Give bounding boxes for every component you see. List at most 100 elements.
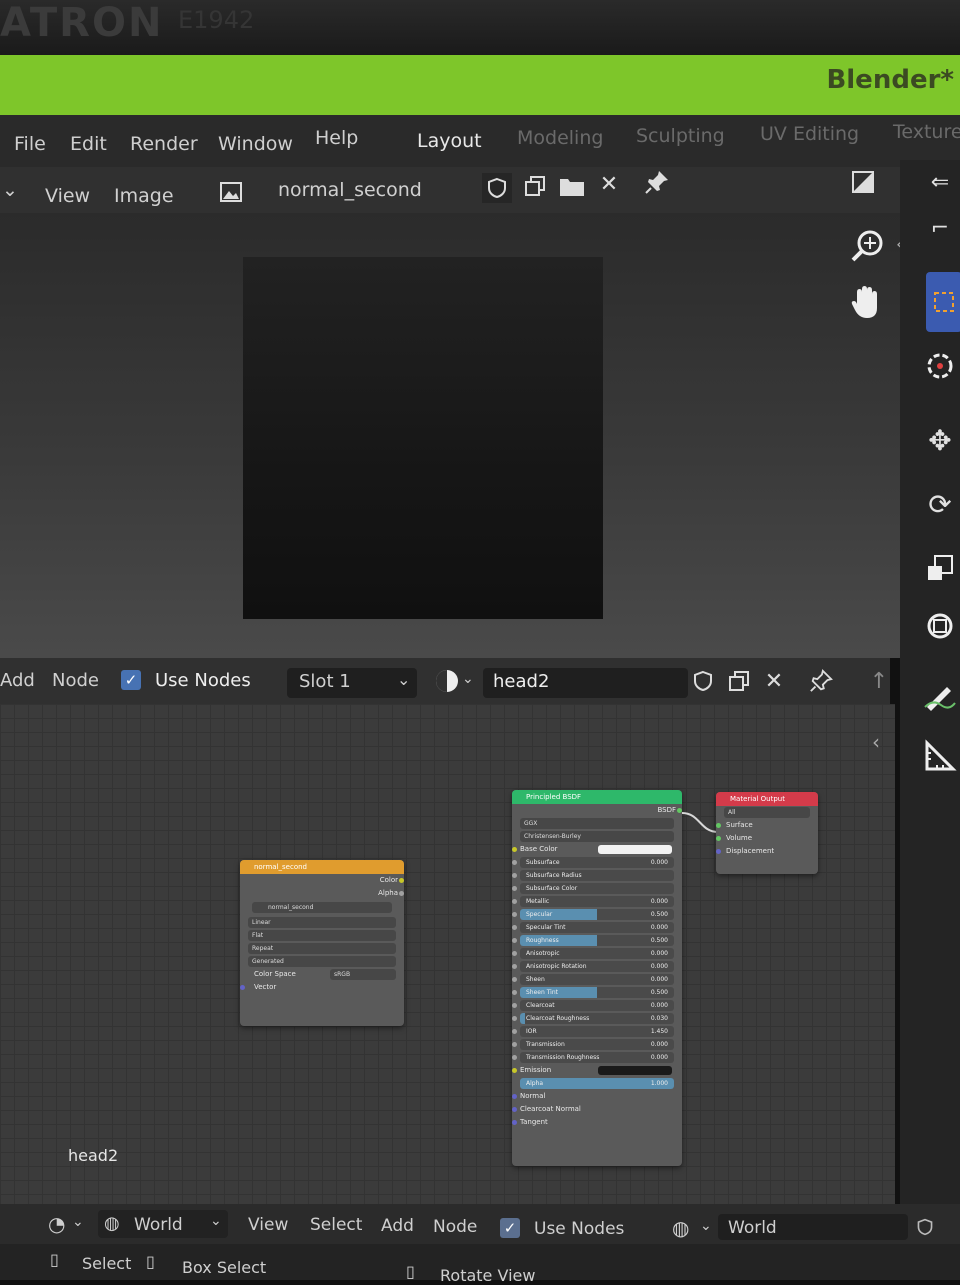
- bsdf-slider[interactable]: Transmission Roughness 0.000: [520, 1052, 674, 1063]
- image-node-header[interactable]: normal_second: [240, 860, 404, 874]
- zoom-icon[interactable]: [848, 226, 888, 266]
- menu-image[interactable]: Image: [114, 185, 174, 207]
- menu-add[interactable]: Add: [0, 670, 35, 691]
- input-socket[interactable]: [512, 925, 517, 930]
- principled-bsdf-node[interactable]: Principled BSDF BSDF GGX Christensen-Bur…: [512, 790, 682, 1166]
- menu-window[interactable]: Window: [218, 133, 293, 155]
- input-socket[interactable]: [512, 1029, 517, 1034]
- folder-open-icon[interactable]: [557, 171, 587, 201]
- bottom-menu-add[interactable]: Add: [381, 1216, 414, 1236]
- node-sidebar-chevron-icon[interactable]: ‹: [872, 730, 880, 754]
- editor-type-node-icon[interactable]: ◔: [48, 1212, 65, 1236]
- tool-rotate-icon[interactable]: ⟳: [920, 482, 960, 526]
- close-icon[interactable]: ✕: [594, 169, 624, 199]
- bottom-use-nodes-checkbox[interactable]: ✓: [500, 1218, 520, 1238]
- menu-render[interactable]: Render: [130, 133, 198, 155]
- pan-hand-icon[interactable]: [846, 282, 886, 322]
- material-name-field[interactable]: head2: [483, 668, 688, 698]
- bsdf-slider[interactable]: Clearcoat 0.000: [520, 1000, 674, 1011]
- bsdf-slider[interactable]: Roughness 0.500: [520, 935, 674, 946]
- input-socket[interactable]: [512, 938, 517, 943]
- tool-annotate-top-icon[interactable]: ⇐: [920, 160, 960, 204]
- tab-modeling[interactable]: Modeling: [517, 127, 603, 149]
- tool-scale-icon[interactable]: [920, 546, 960, 590]
- input-socket[interactable]: [512, 990, 517, 995]
- bsdf-slider[interactable]: IOR 1.450: [520, 1026, 674, 1037]
- bottom-menu-select[interactable]: Select: [310, 1215, 362, 1235]
- world-browse-icon[interactable]: ◍: [672, 1216, 689, 1240]
- input-socket[interactable]: [512, 977, 517, 982]
- bsdf-slider[interactable]: Specular 0.500: [520, 909, 674, 920]
- input-socket[interactable]: [512, 1042, 517, 1047]
- tool-cursor-crosshair-icon[interactable]: [920, 344, 960, 388]
- tab-uv-editing[interactable]: UV Editing: [760, 123, 859, 145]
- projection-dropdown[interactable]: Flat: [248, 930, 396, 941]
- menu-help[interactable]: Help: [315, 127, 358, 149]
- bsdf-slider[interactable]: Transmission 0.000: [520, 1039, 674, 1050]
- distribution-dropdown[interactable]: GGX: [520, 818, 674, 829]
- bsdf-slider[interactable]: Subsurface Radius: [520, 870, 674, 881]
- interpolation-dropdown[interactable]: Linear: [248, 917, 396, 928]
- bsdf-slider[interactable]: Subsurface Color: [520, 883, 674, 894]
- duplicate-icon[interactable]: [520, 171, 550, 201]
- input-socket[interactable]: [512, 886, 517, 891]
- world-name-field[interactable]: World: [718, 1214, 908, 1240]
- input-socket[interactable]: [512, 860, 517, 865]
- tab-layout[interactable]: Layout: [417, 130, 482, 152]
- bsdf-slider[interactable]: Sheen 0.000: [520, 974, 674, 985]
- shader-type-dropdown[interactable]: ◍ World ⌄: [98, 1210, 228, 1238]
- material-browse-icon[interactable]: [432, 666, 462, 696]
- menu-node[interactable]: Node: [52, 670, 99, 691]
- output-target-dropdown[interactable]: All: [724, 807, 810, 818]
- tool-move-icon[interactable]: ✥: [920, 418, 960, 462]
- alpha-slider[interactable]: Alpha 1.000: [520, 1078, 674, 1089]
- menu-file[interactable]: File: [14, 133, 46, 155]
- use-nodes-checkbox[interactable]: ✓: [121, 670, 141, 690]
- bsdf-slider[interactable]: Metallic 0.000: [520, 896, 674, 907]
- extension-dropdown[interactable]: Repeat: [248, 943, 396, 954]
- image-canvas[interactable]: [243, 257, 603, 619]
- editor-type-chevron-icon-bottom[interactable]: ⌄: [72, 1214, 84, 1230]
- base-color-swatch[interactable]: [598, 845, 672, 854]
- tool-measure-icon[interactable]: [920, 734, 960, 778]
- material-output-node[interactable]: Material Output All Surface Volume Displ…: [716, 792, 818, 874]
- bsdf-node-header[interactable]: Principled BSDF: [512, 790, 682, 804]
- input-socket[interactable]: [512, 964, 517, 969]
- emission-color-swatch[interactable]: [598, 1066, 672, 1075]
- parent-node-tree-icon[interactable]: ↑: [864, 666, 894, 696]
- image-browse-icon[interactable]: [216, 177, 246, 207]
- tool-annotate-icon[interactable]: [920, 674, 960, 718]
- input-socket[interactable]: [512, 1003, 517, 1008]
- material-unlink-close-icon[interactable]: ✕: [759, 666, 789, 696]
- bottom-menu-node[interactable]: Node: [433, 1217, 477, 1237]
- bsdf-slider[interactable]: Sheen Tint 0.500: [520, 987, 674, 998]
- menu-edit[interactable]: Edit: [70, 133, 107, 155]
- bsdf-slider[interactable]: Clearcoat Roughness 0.030: [520, 1013, 674, 1024]
- pin-icon[interactable]: [642, 167, 672, 197]
- fake-user-shield-icon[interactable]: [482, 173, 512, 203]
- image-name-field[interactable]: normal_second: [278, 179, 422, 201]
- bsdf-slider[interactable]: Specular Tint 0.000: [520, 922, 674, 933]
- slot-dropdown[interactable]: Slot 1 ⌄: [287, 668, 417, 698]
- image-select-field[interactable]: normal_second: [252, 902, 392, 913]
- input-socket[interactable]: [512, 1016, 517, 1021]
- bsdf-slider[interactable]: Subsurface 0.000: [520, 857, 674, 868]
- input-socket[interactable]: [512, 1055, 517, 1060]
- bsdf-slider[interactable]: Anisotropic Rotation 0.000: [520, 961, 674, 972]
- input-socket[interactable]: [512, 951, 517, 956]
- tab-texture[interactable]: Texture: [893, 121, 960, 143]
- material-duplicate-icon[interactable]: [724, 666, 754, 696]
- editor-type-chevron-icon[interactable]: ⌄: [2, 179, 18, 201]
- world-browse-chevron-icon[interactable]: ⌄: [700, 1218, 712, 1234]
- tool-cursor-icon[interactable]: ⌐: [920, 206, 960, 250]
- output-node-header[interactable]: Material Output: [716, 792, 818, 806]
- node-canvas[interactable]: ‹ head2 normal_second Color Alpha normal…: [0, 704, 895, 1204]
- material-pin-icon[interactable]: [806, 666, 836, 696]
- bottom-menu-view[interactable]: View: [248, 1215, 288, 1235]
- world-fake-user-shield-icon[interactable]: [912, 1214, 938, 1240]
- tool-transform-icon[interactable]: [920, 604, 960, 648]
- input-socket[interactable]: [512, 912, 517, 917]
- material-browse-chevron-icon[interactable]: ⌄: [462, 671, 474, 687]
- input-socket[interactable]: [512, 873, 517, 878]
- bsdf-slider[interactable]: Anisotropic 0.000: [520, 948, 674, 959]
